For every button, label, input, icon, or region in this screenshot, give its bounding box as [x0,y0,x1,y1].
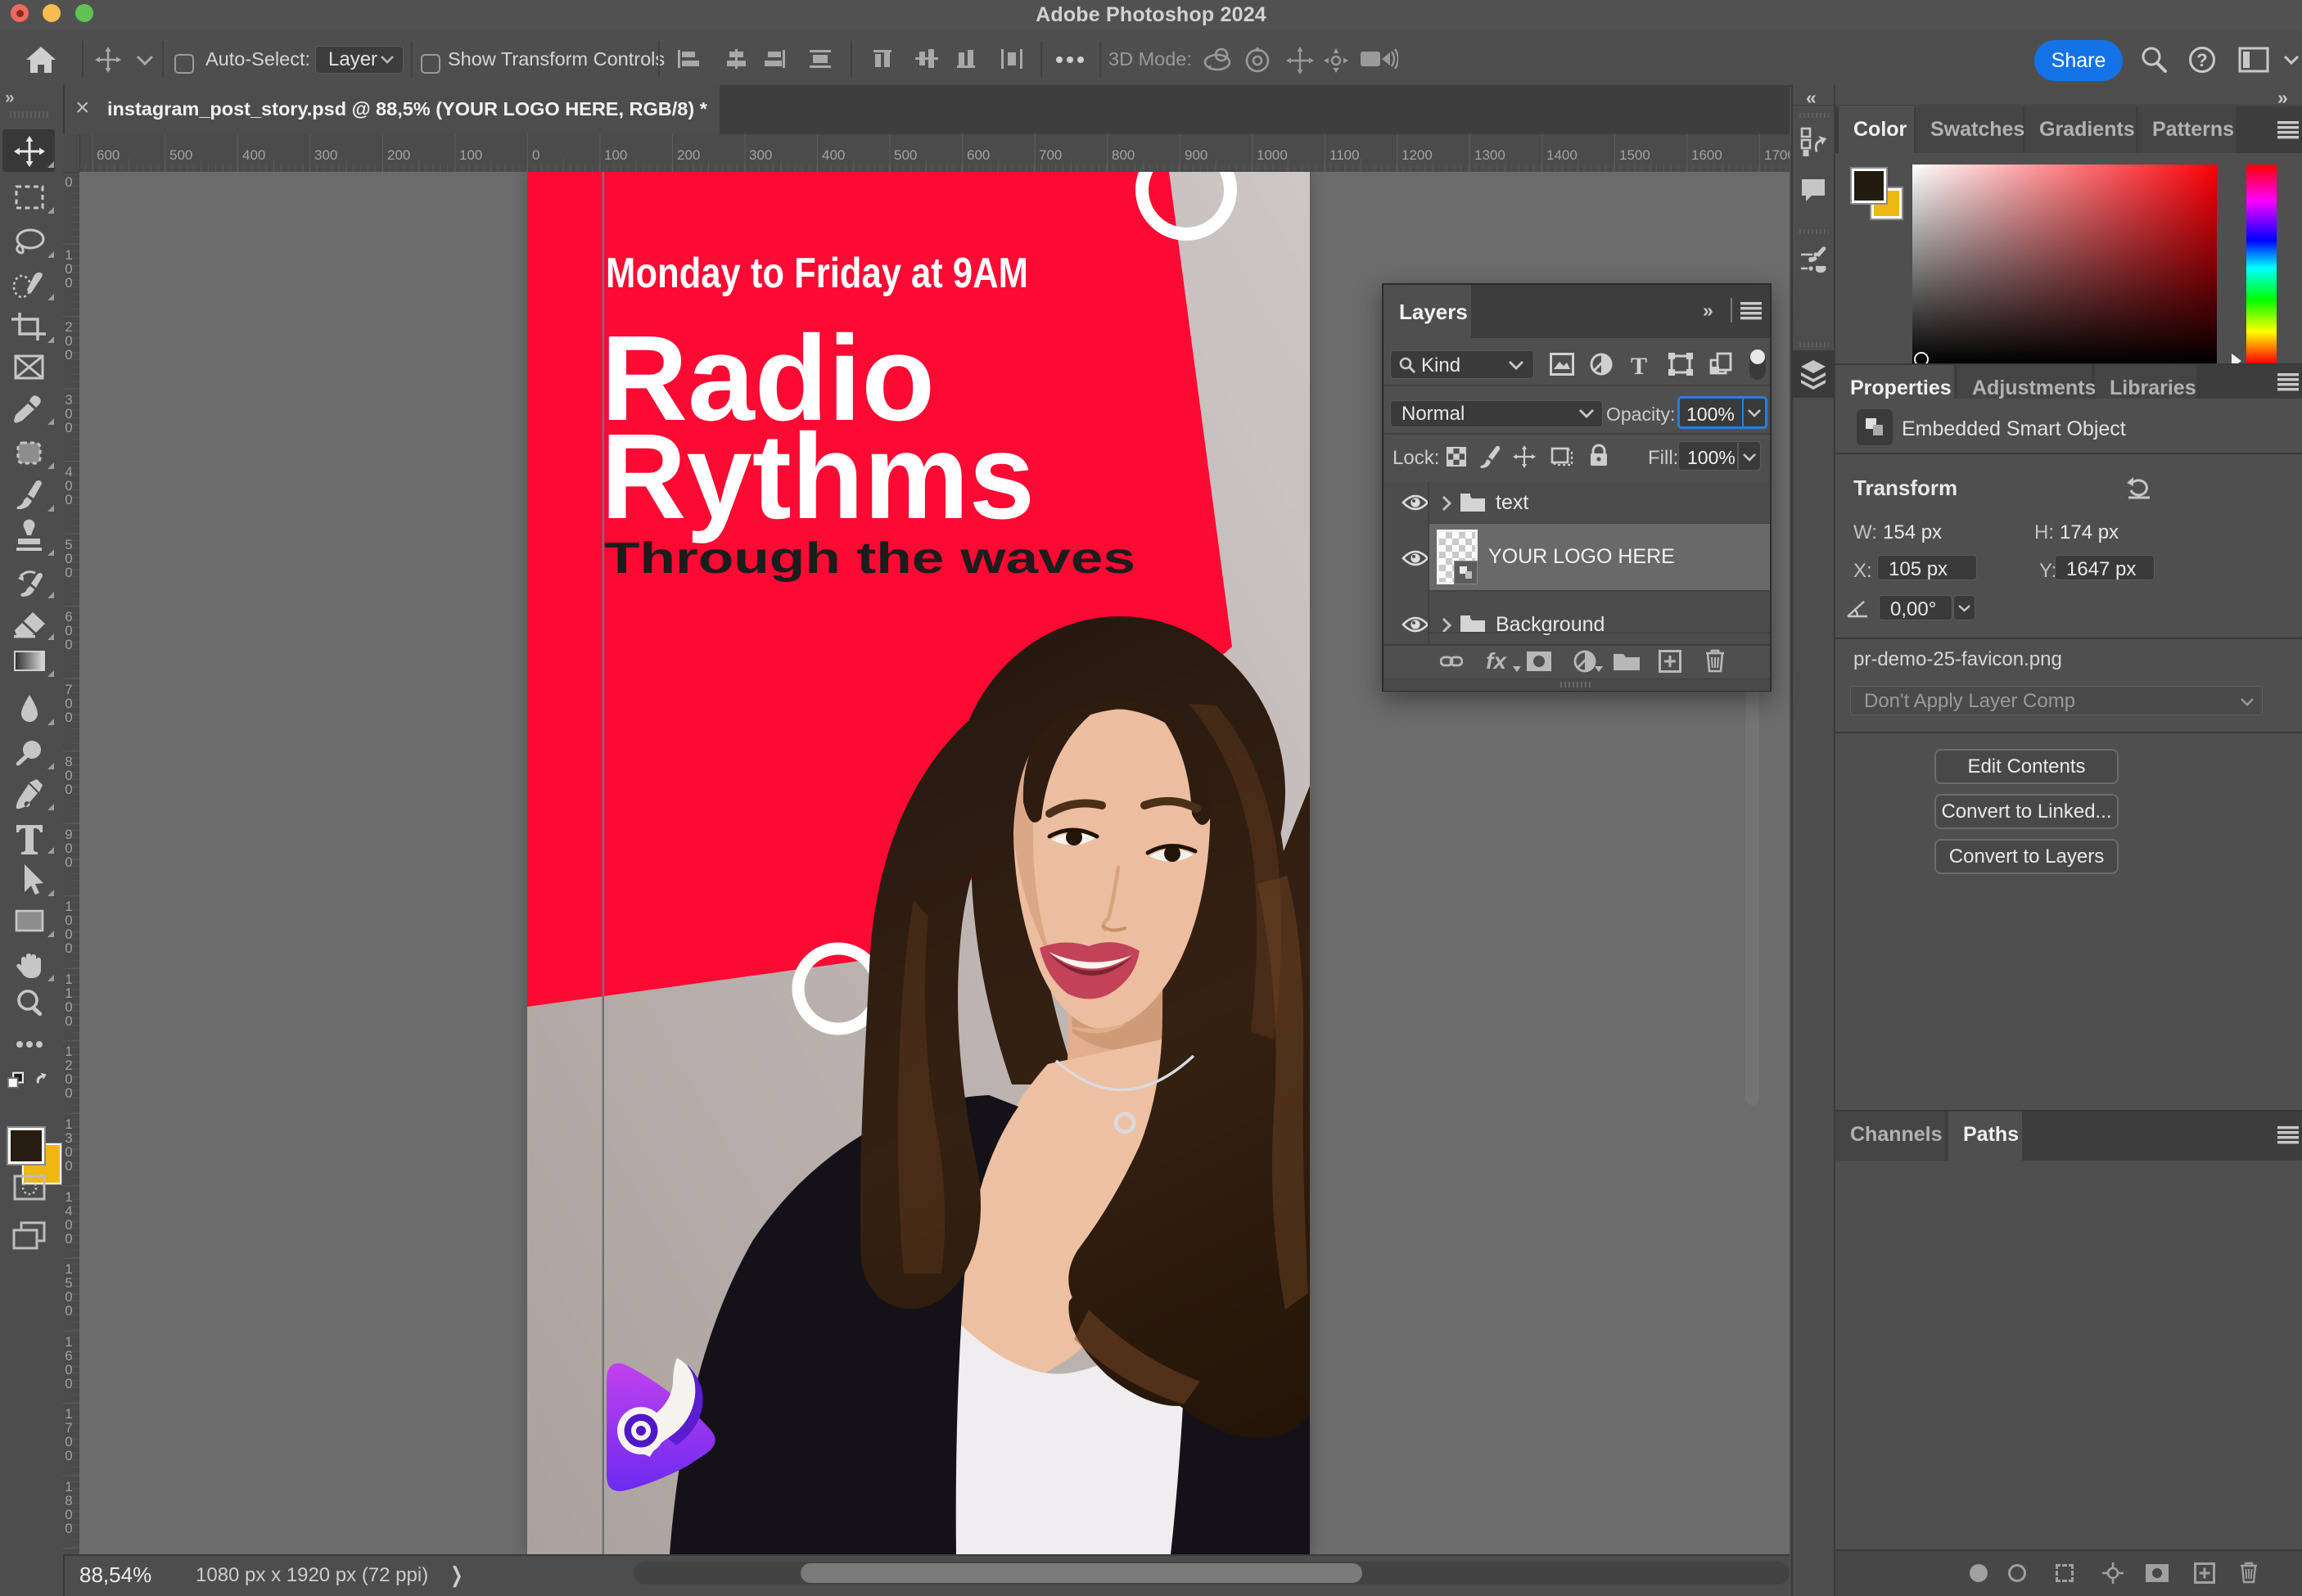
svg-text:Rythms: Rythms [601,409,1035,544]
svg-text:Monday to Friday at 9AM: Monday to Friday at 9AM [606,250,1028,297]
svg-text:Through the waves: Through the waves [604,534,1135,583]
